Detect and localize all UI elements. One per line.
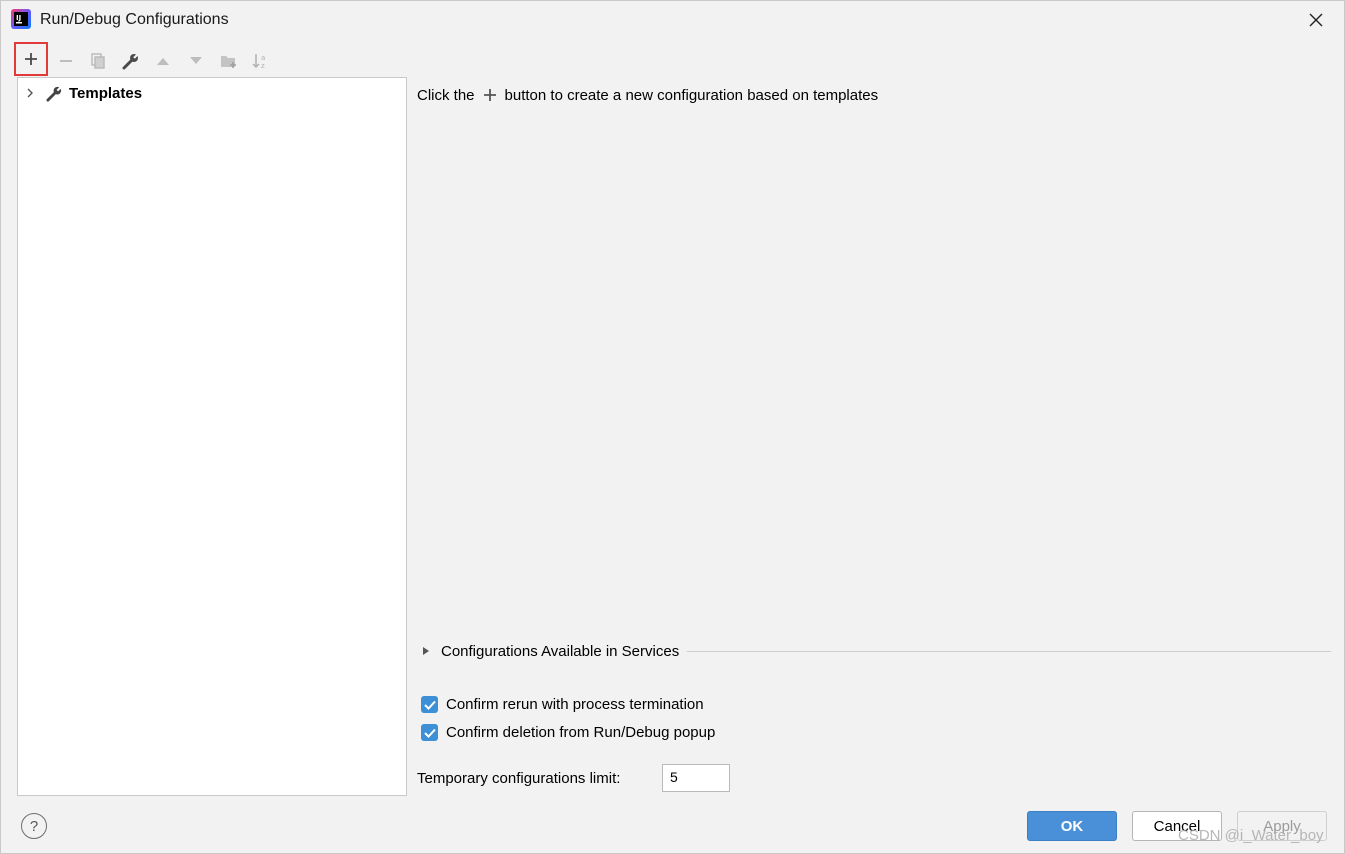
move-up-button[interactable] — [147, 43, 179, 79]
wrench-icon — [122, 53, 139, 70]
move-down-button[interactable] — [180, 43, 212, 79]
close-button[interactable] — [1303, 7, 1329, 33]
confirm-deletion-label: Confirm deletion from Run/Debug popup — [446, 724, 716, 741]
confirm-deletion-option[interactable]: Confirm deletion from Run/Debug popup — [421, 724, 715, 741]
intellij-app-icon: IJ — [11, 9, 31, 29]
expand-triangle-icon[interactable] — [421, 645, 431, 657]
temp-limit-input[interactable]: 5 — [662, 764, 730, 792]
copy-icon — [91, 53, 105, 69]
hint-text-before: Click the — [417, 86, 475, 104]
confirm-deletion-checkbox[interactable] — [421, 724, 438, 741]
services-section-label: Configurations Available in Services — [441, 642, 680, 660]
help-button[interactable]: ? — [21, 813, 47, 839]
ok-button[interactable]: OK — [1027, 811, 1117, 841]
confirm-rerun-option[interactable]: Confirm rerun with process termination — [421, 696, 704, 713]
checkmark-icon — [423, 728, 436, 738]
sort-alpha-icon: a z — [252, 54, 265, 70]
plus-icon — [481, 86, 499, 104]
close-icon — [1309, 13, 1323, 27]
configurations-tree[interactable]: Templates — [17, 77, 407, 796]
chevron-right-icon[interactable] — [24, 87, 36, 99]
hint-text-after: button to create a new configuration bas… — [504, 86, 879, 104]
section-divider — [687, 650, 1331, 652]
watermark-text: CSDN @i_Water_boy — [1178, 827, 1324, 844]
move-down-icon — [190, 57, 202, 64]
svg-text:z: z — [261, 62, 265, 70]
add-configuration-button[interactable] — [14, 42, 48, 76]
copy-configuration-button[interactable] — [82, 43, 114, 79]
temp-limit-label: Temporary configurations limit: — [417, 770, 621, 787]
edit-templates-button[interactable] — [115, 43, 147, 79]
empty-state-hint: Click the button to create a new configu… — [417, 86, 878, 104]
remove-icon — [60, 60, 72, 62]
run-debug-dialog: IJ Run/Debug Configurations a z Template… — [0, 0, 1345, 854]
tree-item-label: Templates — [69, 84, 143, 102]
remove-configuration-button[interactable] — [50, 43, 82, 79]
tree-item-templates[interactable]: Templates — [24, 82, 142, 104]
move-up-icon — [157, 58, 169, 65]
title-bar: IJ Run/Debug Configurations — [1, 1, 1344, 39]
svg-text:a: a — [261, 54, 265, 62]
add-icon — [25, 53, 37, 65]
config-toolbar: a z — [13, 42, 283, 79]
new-folder-button[interactable] — [213, 43, 245, 79]
svg-text:IJ: IJ — [16, 14, 21, 22]
wrench-icon — [46, 85, 63, 102]
confirm-rerun-checkbox[interactable] — [421, 696, 438, 713]
services-section-toggle[interactable]: Configurations Available in Services — [421, 641, 1331, 661]
window-title: Run/Debug Configurations — [40, 11, 229, 28]
confirm-rerun-label: Confirm rerun with process termination — [446, 696, 704, 713]
sort-alphabetically-button[interactable]: a z — [245, 43, 277, 79]
new-folder-icon — [221, 56, 236, 68]
checkmark-icon — [423, 700, 436, 710]
